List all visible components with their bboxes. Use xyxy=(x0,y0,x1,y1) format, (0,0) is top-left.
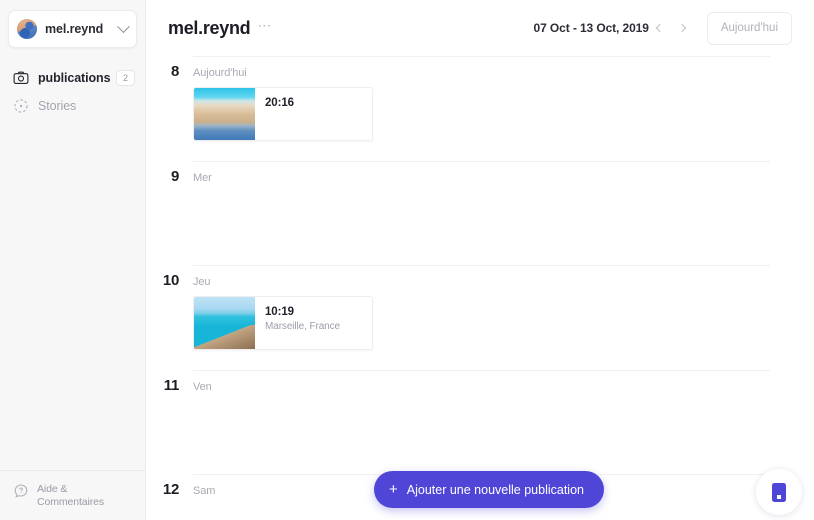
sidebar-nav: publications 2 Stories xyxy=(0,64,145,120)
post-time: 10:19 xyxy=(265,306,294,318)
day-header: 9 Mer xyxy=(146,162,792,185)
day-header: 8 Aujourd'hui xyxy=(146,57,792,80)
day-header: 10 Jeu xyxy=(146,266,792,289)
post-meta: 20:16 xyxy=(255,88,294,140)
help-question-icon xyxy=(13,483,29,499)
account-name: mel.reynd xyxy=(45,22,104,36)
sidebar: mel.reynd publications 2 Stories Aide & … xyxy=(0,0,146,520)
day-name: Ven xyxy=(193,381,212,393)
day-name: Sam xyxy=(193,485,216,497)
post-card[interactable]: 10:19 Marseille, France xyxy=(193,296,373,350)
day-body[interactable]: 20:16 xyxy=(146,87,792,141)
add-new-post-button[interactable]: + Ajouter une nouvelle publication xyxy=(374,471,604,508)
sidebar-item-label: publications xyxy=(38,71,111,85)
calendar-day-row: 11 Ven xyxy=(146,371,792,474)
calendar: 8 Aujourd'hui 20:16 9 Mer 10 Jeu 10:19 M… xyxy=(146,56,814,515)
camera-icon xyxy=(13,70,29,86)
add-new-post-label: Ajouter une nouvelle publication xyxy=(406,482,584,497)
day-number: 11 xyxy=(163,377,180,394)
day-header: 11 Ven xyxy=(146,371,792,394)
sidebar-item-label: Stories xyxy=(38,99,77,113)
calendar-day-row: 10 Jeu 10:19 Marseille, France xyxy=(146,266,792,370)
post-meta: 10:19 Marseille, France xyxy=(255,297,340,349)
app-root: mel.reynd publications 2 Stories Aide & … xyxy=(0,0,814,520)
today-button[interactable]: Aujourd'hui xyxy=(706,11,792,45)
top-bar-right: 07 Oct - 13 Oct, 2019 Aujourd'hui xyxy=(533,11,792,45)
page-title: mel.reynd xyxy=(168,17,251,38)
harbor-boats-photo xyxy=(194,88,255,140)
day-name: Aujourd'hui xyxy=(193,67,247,79)
chevron-left-icon xyxy=(655,23,665,33)
help-and-feedback-button[interactable]: Aide & Commentaires xyxy=(0,470,146,520)
main-content: mel.reynd ⋯ 07 Oct - 13 Oct, 2019 Aujour… xyxy=(146,0,814,520)
day-name: Mer xyxy=(193,172,212,184)
chat-widget-launcher[interactable] xyxy=(756,469,802,515)
user-avatar xyxy=(17,19,37,39)
ellipsis-icon[interactable]: ⋯ xyxy=(257,18,272,32)
story-circle-icon xyxy=(13,98,29,114)
publications-count-badge: 2 xyxy=(116,70,135,86)
day-number: 8 xyxy=(170,63,179,80)
chevron-right-icon xyxy=(677,23,687,33)
seaside-corniche-photo xyxy=(194,297,255,349)
help-label-line-2: Commentaires xyxy=(37,495,105,508)
plus-icon: + xyxy=(389,481,398,498)
prev-week-button[interactable] xyxy=(649,17,671,39)
sidebar-item-publications[interactable]: publications 2 xyxy=(0,64,145,92)
account-switcher[interactable]: mel.reynd xyxy=(8,10,137,48)
day-number: 9 xyxy=(170,168,179,185)
date-range-label: 07 Oct - 13 Oct, 2019 xyxy=(533,21,649,35)
day-body[interactable]: 10:19 Marseille, France xyxy=(146,296,792,350)
post-time: 20:16 xyxy=(265,97,294,109)
post-location: Marseille, France xyxy=(265,321,340,332)
day-number: 10 xyxy=(162,272,179,289)
day-name: Jeu xyxy=(193,276,211,288)
help-and-feedback-label: Aide & Commentaires xyxy=(37,483,104,508)
calendar-day-row: 9 Mer xyxy=(146,162,792,265)
help-label-line-1: Aide & xyxy=(37,483,68,495)
chevron-down-icon xyxy=(117,19,130,33)
sidebar-item-stories[interactable]: Stories xyxy=(0,92,145,120)
next-week-button[interactable] xyxy=(671,17,693,39)
top-bar: mel.reynd ⋯ 07 Oct - 13 Oct, 2019 Aujour… xyxy=(146,0,814,56)
post-card[interactable]: 20:16 xyxy=(193,87,373,141)
day-number: 12 xyxy=(162,481,179,498)
chat-widget-icon xyxy=(772,482,786,502)
calendar-day-row: 8 Aujourd'hui 20:16 xyxy=(146,57,792,161)
